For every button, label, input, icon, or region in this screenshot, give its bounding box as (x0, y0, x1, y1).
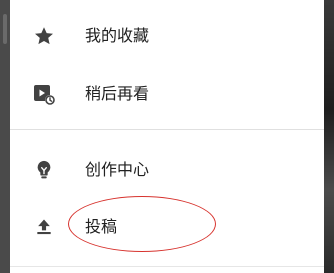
background-right-edge (324, 0, 334, 273)
background-element (3, 14, 7, 44)
lightbulb-icon (32, 158, 56, 182)
navigation-drawer: 我的收藏 稍后再看 创作中心 投稿 (10, 0, 324, 273)
menu-item-creator-center[interactable]: 创作中心 (10, 143, 324, 197)
menu-item-label: 创作中心 (85, 160, 150, 179)
menu-item-label: 稍后再看 (85, 84, 150, 103)
star-icon (32, 24, 56, 48)
menu-divider (10, 129, 324, 130)
background-left-edge (0, 0, 10, 273)
menu-item-upload[interactable]: 投稿 (10, 200, 324, 254)
upload-icon (32, 215, 56, 239)
watch-later-icon (32, 82, 56, 106)
menu-item-label: 投稿 (85, 217, 118, 236)
menu-divider (10, 266, 324, 267)
menu-item-favorites[interactable]: 我的收藏 (10, 9, 324, 63)
menu-item-watch-later[interactable]: 稍后再看 (10, 67, 324, 121)
menu-item-label: 我的收藏 (85, 26, 150, 45)
